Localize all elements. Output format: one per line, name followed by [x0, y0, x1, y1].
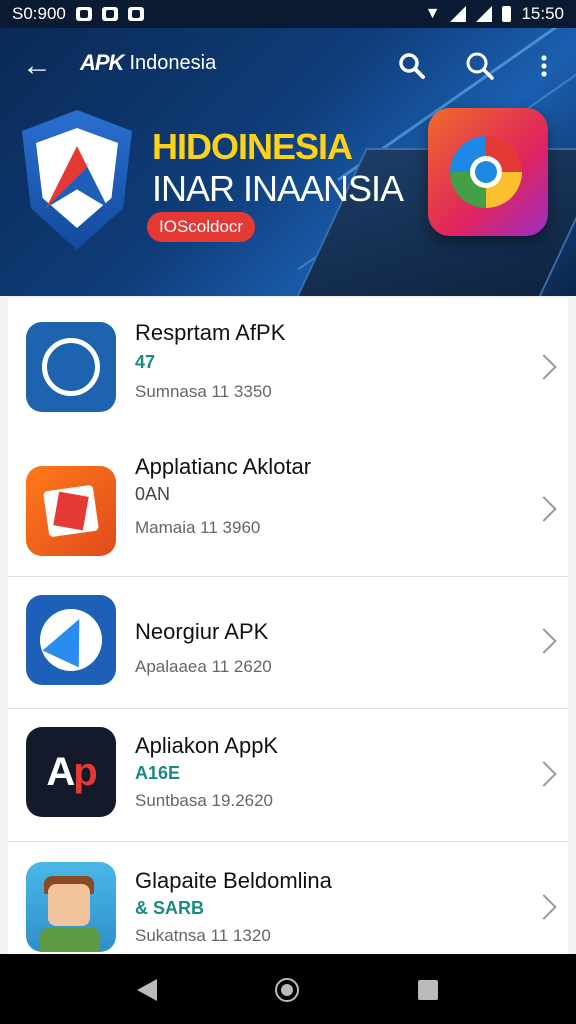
wifi-icon: ▼ — [424, 5, 441, 22]
chevron-right-icon — [531, 894, 557, 920]
app-date: Mamaia 11 3960 — [135, 518, 261, 537]
app-name: Applatianc Aklotar — [135, 454, 312, 479]
list-item[interactable]: Resprtam AfPK 47 Sumnasa 11 3350 — [8, 298, 568, 434]
app-name: Glapaite Beldomlina — [135, 868, 332, 893]
banner-pill-button[interactable]: IOScoldocr — [147, 212, 256, 242]
app-meta: & SARB — [135, 898, 205, 918]
header-banner: ← APK Indonesia HIDOINESIA INAR INAANSIA… — [0, 28, 576, 296]
more-options-icon[interactable] — [528, 50, 560, 82]
back-arrow-icon[interactable]: ← — [22, 51, 52, 81]
status-bar: S0:900 ▼ 15:50 — [0, 0, 576, 28]
app-meta: 47 — [135, 352, 156, 372]
nav-home-icon[interactable] — [275, 978, 299, 1002]
chevron-right-icon — [531, 496, 557, 522]
signal-icon — [450, 6, 467, 22]
chat-face-icon — [26, 322, 116, 412]
list-item[interactable]: Ap Apliakon AppK A16E Suntbasa 19.2620 — [8, 709, 568, 841]
brand: APK Indonesia — [80, 50, 216, 76]
chevron-right-icon — [531, 628, 557, 654]
puzzle-icon — [26, 466, 116, 556]
search-icon[interactable] — [464, 50, 496, 82]
app-meta: 0AN — [135, 484, 171, 504]
status-time-right: 15:50 — [521, 4, 564, 23]
app-date: Sukatnsa 11 1320 — [135, 926, 271, 945]
cartoon-face-icon — [26, 862, 116, 952]
app-date: Apalaaea 11 2620 — [135, 657, 272, 676]
search-icon[interactable] — [396, 50, 428, 82]
brand-title: Indonesia — [129, 51, 217, 74]
ap-logo-icon: Ap — [26, 727, 116, 817]
list-item[interactable]: Neorgiur APK Apalaaea 11 2620 — [8, 577, 568, 708]
chevron-right-icon — [531, 761, 557, 787]
app-name: Neorgiur APK — [135, 619, 269, 644]
signal-icon — [476, 6, 493, 22]
app-date: Suntbasa 19.2620 — [135, 791, 274, 810]
app-date: Sumnasa 11 3350 — [135, 382, 272, 401]
banner-headline: HIDOINESIA — [152, 126, 353, 167]
battery-icon — [502, 6, 512, 22]
list-item[interactable]: Applatianc Aklotar 0AN Mamaia 11 3960 — [8, 434, 568, 576]
navigation-arrow-icon — [26, 595, 116, 685]
mail-icon — [127, 7, 144, 21]
brand-logo: APK — [80, 50, 124, 75]
app-meta: A16E — [135, 763, 181, 783]
status-time-left: S0:900 — [12, 4, 66, 23]
banner-subheadline: INAR INAANSIA — [152, 168, 404, 209]
notification-icon — [101, 7, 118, 21]
featured-app-ring-dot — [475, 161, 497, 183]
notification-icon — [75, 7, 92, 21]
app-list: Resprtam AfPK 47 Sumnasa 11 3350 Applati… — [8, 298, 568, 954]
system-nav-bar — [0, 954, 576, 1024]
app-name: Resprtam AfPK — [135, 320, 286, 345]
nav-back-icon[interactable] — [137, 979, 157, 1001]
app-name: Apliakon AppK — [135, 733, 279, 758]
nav-recent-apps-icon[interactable] — [418, 980, 438, 1000]
list-item[interactable]: Glapaite Beldomlina & SARB Sukatnsa 11 1… — [8, 842, 568, 954]
chevron-right-icon — [531, 354, 557, 380]
